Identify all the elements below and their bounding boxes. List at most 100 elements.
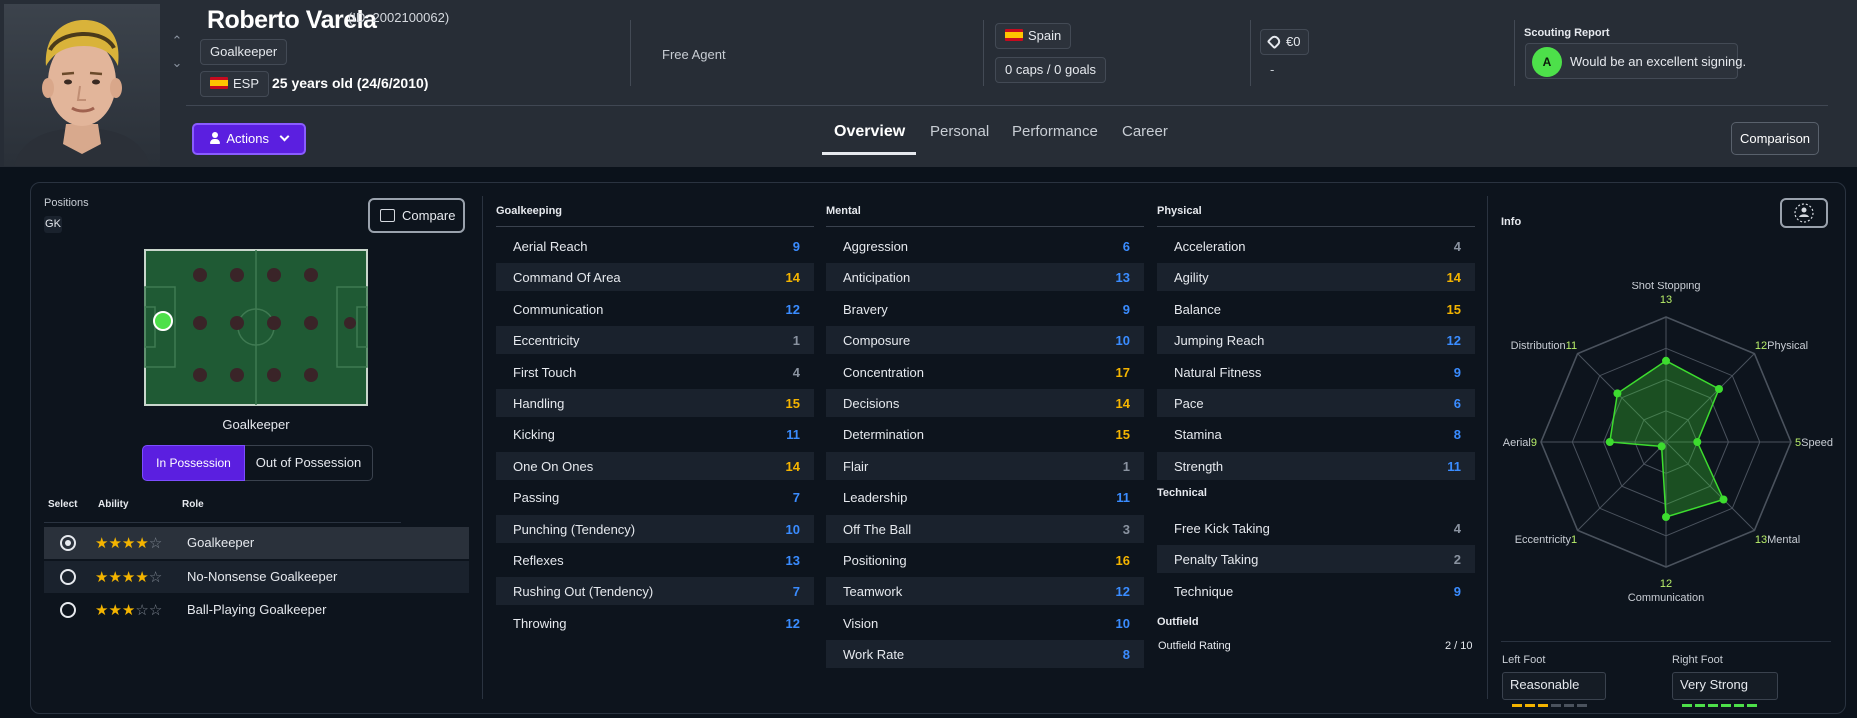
goalkeeping-row[interactable]: Throwing 12 xyxy=(496,609,814,637)
physical-row[interactable]: Natural Fitness 9 xyxy=(1157,358,1475,386)
mental-row[interactable]: Aggression 6 xyxy=(826,232,1144,260)
scouting-report-box[interactable]: A Would be an excellent signing. xyxy=(1525,43,1746,79)
goalkeeping-row[interactable]: One On Ones 14 xyxy=(496,451,814,480)
radar-label: 12Physical xyxy=(1755,340,1808,352)
tab-overview[interactable]: Overview xyxy=(834,123,905,141)
physical-row[interactable]: Acceleration 4 xyxy=(1157,232,1475,260)
tab-performance[interactable]: Performance xyxy=(1012,123,1098,140)
physical-row[interactable]: Jumping Reach 12 xyxy=(1157,326,1475,355)
physical-row[interactable]: Stamina 8 xyxy=(1157,420,1475,448)
technical-row[interactable]: Technique 9 xyxy=(1157,577,1475,605)
physical-title-line xyxy=(1157,226,1475,227)
foot-strength-segment xyxy=(1682,704,1692,707)
goalkeeping-row[interactable]: Handling 15 xyxy=(496,389,814,417)
role-select-radio[interactable] xyxy=(60,569,76,585)
nationality-chip: ESP xyxy=(200,71,270,97)
foot-strength-segment xyxy=(1695,704,1705,707)
role-row[interactable]: ★★★☆☆ Ball-Playing Goalkeeper xyxy=(44,594,469,626)
attribute-name: Decisions xyxy=(843,396,900,411)
positions-label: Positions xyxy=(44,197,89,209)
mental-row[interactable]: Anticipation 13 xyxy=(826,263,1144,292)
attribute-value: 11 xyxy=(1447,458,1461,474)
tab-career[interactable]: Career xyxy=(1122,123,1168,140)
mental-row[interactable]: Positioning 16 xyxy=(826,546,1144,574)
compare-button[interactable]: Compare xyxy=(368,198,465,233)
value-chip: €0 xyxy=(1260,29,1310,55)
role-select-radio[interactable] xyxy=(60,535,76,551)
physical-row[interactable]: Agility 14 xyxy=(1157,263,1475,292)
role-select-radio[interactable] xyxy=(60,602,76,618)
technical-row[interactable]: Free Kick Taking 4 xyxy=(1157,514,1475,542)
attribute-name: Technique xyxy=(1174,583,1234,599)
star-icon: ★ xyxy=(108,602,122,619)
goalkeeping-row[interactable]: Passing 7 xyxy=(496,483,814,511)
attribute-value: 6 xyxy=(1122,239,1130,254)
right-foot-label: Right Foot xyxy=(1672,654,1723,666)
attribute-value: 1 xyxy=(1122,458,1130,474)
mental-title-line xyxy=(826,226,1144,227)
user-icon xyxy=(210,132,221,144)
position-badge-gk: GK xyxy=(44,216,62,233)
caps-chip: 0 caps / 0 goals xyxy=(995,57,1107,83)
mental-row[interactable]: Decisions 14 xyxy=(826,389,1144,417)
mental-row[interactable]: Off The Ball 3 xyxy=(826,514,1144,543)
mental-row[interactable]: Determination 15 xyxy=(826,420,1144,448)
mental-row[interactable]: Vision 10 xyxy=(826,609,1144,637)
actions-button[interactable]: Actions xyxy=(192,123,306,155)
goalkeeping-row[interactable]: Eccentricity 1 xyxy=(496,326,814,355)
goalkeeping-row[interactable]: Rushing Out (Tendency) 7 xyxy=(496,577,814,606)
comparison-button[interactable]: Comparison xyxy=(1731,122,1819,155)
radar-label: Eccentricity1 xyxy=(1515,534,1577,546)
mental-row[interactable]: Composure 10 xyxy=(826,326,1144,355)
attribute-name: Teamwork xyxy=(843,584,903,600)
goalkeeping-row[interactable]: Reflexes 13 xyxy=(496,546,814,574)
mental-row[interactable]: Concentration 17 xyxy=(826,358,1144,386)
role-row[interactable]: ★★★★☆ No-Nonsense Goalkeeper xyxy=(44,561,469,593)
header-divider xyxy=(630,20,631,86)
mental-row[interactable]: Leadership 11 xyxy=(826,483,1144,511)
next-player-chevron-down-icon[interactable]: ⌄ xyxy=(170,56,184,70)
technical-row[interactable]: Penalty Taking 2 xyxy=(1157,545,1475,574)
goalkeeping-row[interactable]: Aerial Reach 9 xyxy=(496,232,814,260)
attribute-value: 15 xyxy=(1446,301,1461,317)
attribute-value: 1 xyxy=(792,333,800,349)
attribute-value: 9 xyxy=(1453,364,1461,380)
goalkeeping-row[interactable]: Punching (Tendency) 10 xyxy=(496,514,814,543)
goalkeeping-title: Goalkeeping xyxy=(496,205,563,217)
attribute-name: Acceleration xyxy=(1174,239,1246,254)
attribute-value: 7 xyxy=(792,584,800,600)
goalkeeping-row[interactable]: Communication 12 xyxy=(496,295,814,323)
compare-label: Compare xyxy=(402,208,456,223)
mental-row[interactable]: Teamwork 12 xyxy=(826,577,1144,606)
radar-data-point xyxy=(1715,385,1723,393)
ability-header: Ability xyxy=(98,499,129,510)
out-of-possession-toggle[interactable]: Out of Possession xyxy=(245,445,373,481)
role-name: Goalkeeper xyxy=(187,535,255,550)
attribute-value: 12 xyxy=(785,301,800,317)
info-toggle-button[interactable] xyxy=(1780,198,1828,228)
physical-title: Physical xyxy=(1157,205,1202,217)
in-possession-toggle[interactable]: In Possession xyxy=(142,445,245,481)
attribute-name: Command Of Area xyxy=(513,270,621,286)
foot-strength-segment xyxy=(1525,704,1535,707)
previous-player-chevron-up-icon[interactable]: ⌃ xyxy=(170,34,184,48)
goalkeeping-row[interactable]: First Touch 4 xyxy=(496,358,814,386)
scouting-summary: Would be an excellent signing. xyxy=(1570,54,1747,69)
attribute-name: Passing xyxy=(513,490,560,506)
mental-row[interactable]: Flair 1 xyxy=(826,451,1144,480)
mental-row[interactable]: Work Rate 8 xyxy=(826,640,1144,669)
player-radar-icon xyxy=(1794,203,1814,223)
star-icon: ☆ xyxy=(135,602,149,619)
physical-row[interactable]: Pace 6 xyxy=(1157,389,1475,417)
physical-row[interactable]: Strength 11 xyxy=(1157,451,1475,480)
mental-row[interactable]: Bravery 9 xyxy=(826,295,1144,323)
star-icon: ★ xyxy=(121,569,136,586)
tab-personal[interactable]: Personal xyxy=(930,123,989,140)
goalkeeping-row[interactable]: Kicking 11 xyxy=(496,420,814,448)
radar-data-point xyxy=(1662,356,1670,365)
physical-row[interactable]: Balance 15 xyxy=(1157,295,1475,323)
goalkeeping-row[interactable]: Command Of Area 14 xyxy=(496,263,814,292)
attribute-value: 9 xyxy=(1122,301,1130,317)
role-row[interactable]: ★★★★☆ Goalkeeper xyxy=(44,527,469,559)
attribute-value: 12 xyxy=(1115,584,1130,600)
